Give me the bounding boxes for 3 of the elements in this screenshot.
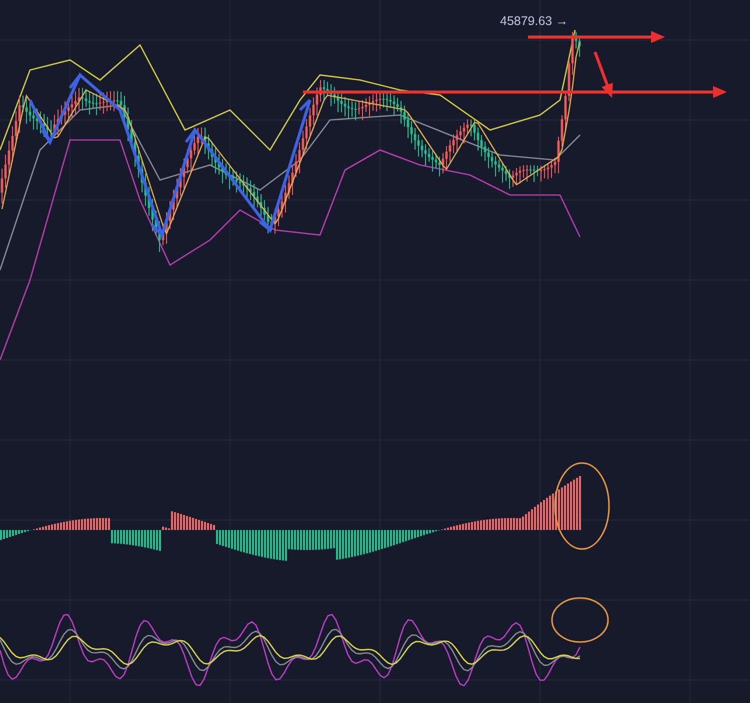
down-arrow [594, 51, 613, 98]
price-label: 45879.63 → [500, 13, 568, 29]
highlight-circle [551, 597, 609, 643]
